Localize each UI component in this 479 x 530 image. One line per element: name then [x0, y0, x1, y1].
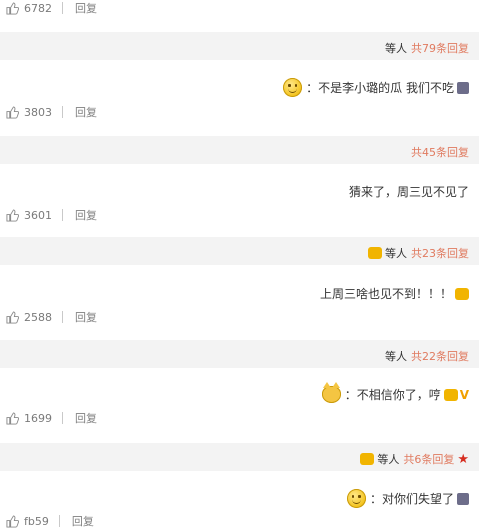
like-action[interactable]: 6782 回复 [6, 0, 97, 16]
reply-button[interactable]: 回复 [75, 410, 97, 426]
like-action[interactable]: 3601 回复 [6, 207, 97, 223]
comment-text: ：对你们失望了 [369, 492, 454, 506]
reply-button[interactable]: 回复 [75, 207, 97, 223]
smile-emoji-icon [283, 78, 303, 97]
reply-button[interactable]: 回复 [75, 104, 97, 120]
divider [62, 106, 63, 118]
divider [62, 412, 63, 424]
comment-text-row: ：不相信你了，哼 V [321, 382, 469, 403]
thumbs-up-icon [6, 310, 19, 324]
reply-summary-bar[interactable] [0, 136, 479, 164]
reply-people-label: 等人 [385, 42, 407, 55]
reply-summary[interactable]: 等人 共6条回复 ★ [360, 451, 469, 467]
thumbs-up-icon [6, 105, 19, 119]
comment-text: ：不是李小璐的瓜 我们不吃 [306, 81, 454, 95]
divider [62, 2, 63, 14]
reply-count-link[interactable]: 共79条回复 [411, 40, 469, 56]
cat-emoji-icon [321, 382, 341, 403]
crown-icon [368, 247, 382, 259]
avatar-icon [457, 492, 469, 505]
reply-count-link[interactable]: 共22条回复 [411, 348, 469, 364]
reply-people-label: 等人 [385, 350, 407, 363]
smile-emoji-icon [346, 489, 366, 508]
like-count: fb59 [24, 514, 49, 528]
comment-text-row: 猜来了，周三见不见了 [349, 183, 469, 200]
reply-summary[interactable]: 等人 共79条回复 [385, 40, 469, 56]
crown-icon [360, 453, 375, 465]
thumbs-up-icon [6, 208, 19, 222]
reply-button[interactable]: 回复 [75, 309, 97, 325]
comment-text: ：不相信你了，哼 [344, 388, 441, 402]
like-count: 1699 [24, 411, 52, 425]
reply-people-label: 等人 [385, 247, 407, 260]
divider [58, 515, 60, 527]
reply-count-link[interactable]: 共45条回复 [411, 144, 469, 160]
reply-button[interactable]: 回复 [75, 0, 97, 16]
divider [62, 209, 63, 221]
reply-summary[interactable]: 等人 共23条回复 [368, 245, 469, 261]
thumbs-up-icon [6, 514, 19, 528]
star-icon: ★ [457, 451, 469, 467]
comment-text-row: ：对你们失望了 [346, 489, 469, 508]
comment-text-row: ：不是李小璐的瓜 我们不吃 [283, 78, 469, 97]
like-count: 6782 [24, 1, 52, 15]
divider [62, 311, 63, 323]
like-action[interactable]: 3803 回复 [6, 104, 97, 120]
comment-text: 猜来了，周三见不见了 [348, 185, 469, 199]
reply-people-label: 等人 [377, 453, 400, 466]
verified-icon: V [459, 387, 469, 402]
thumbs-up-icon [6, 411, 19, 425]
comment-text: 上周三啥也见不到！！！ [319, 287, 452, 301]
comment-text-row: 上周三啥也见不到！！！ [320, 285, 469, 302]
reply-count-link[interactable]: 共6条回复 [403, 451, 454, 467]
reply-count-link[interactable]: 共23条回复 [411, 245, 469, 261]
like-count: 3803 [24, 105, 52, 119]
reply-button[interactable]: 回复 [72, 513, 94, 529]
thumbs-up-icon [6, 1, 19, 15]
reply-summary[interactable]: 共45条回复 [411, 144, 469, 160]
crown-icon [443, 388, 458, 401]
like-action[interactable]: 2588 回复 [6, 309, 97, 325]
like-count: 3601 [24, 208, 52, 222]
like-count: 2588 [24, 310, 52, 324]
reply-summary[interactable]: 等人 共22条回复 [385, 348, 469, 364]
like-action[interactable]: fb59 回复 [6, 513, 94, 529]
crown-icon [455, 287, 469, 300]
like-action[interactable]: 1699 回复 [6, 410, 97, 426]
avatar-icon [457, 81, 469, 94]
